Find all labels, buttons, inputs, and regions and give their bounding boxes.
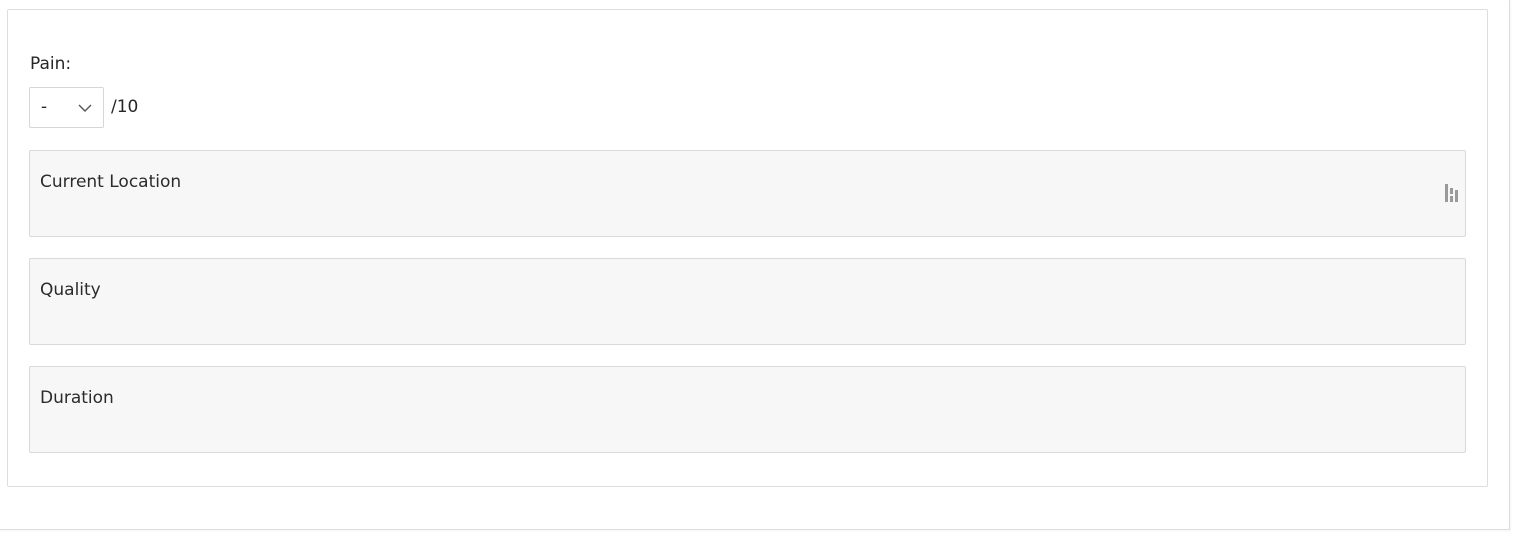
- pain-score-select[interactable]: -: [29, 87, 104, 128]
- quality-field[interactable]: Quality: [29, 258, 1466, 345]
- duration-placeholder: Duration: [40, 388, 114, 408]
- current-location-field[interactable]: Current Location: [29, 150, 1466, 237]
- quality-placeholder: Quality: [40, 280, 101, 300]
- pain-scale-suffix: /10: [111, 97, 139, 117]
- chevron-down-icon: [78, 104, 92, 112]
- dictation-icon[interactable]: [1444, 183, 1460, 203]
- pain-score-value: -: [41, 97, 48, 117]
- current-location-placeholder: Current Location: [40, 172, 182, 192]
- pain-assessment-card: Pain: - /10 Current Location Quality Dur…: [7, 9, 1488, 487]
- pain-label: Pain:: [30, 54, 72, 74]
- duration-field[interactable]: Duration: [29, 366, 1466, 453]
- page-frame: Pain: - /10 Current Location Quality Dur…: [0, 0, 1510, 530]
